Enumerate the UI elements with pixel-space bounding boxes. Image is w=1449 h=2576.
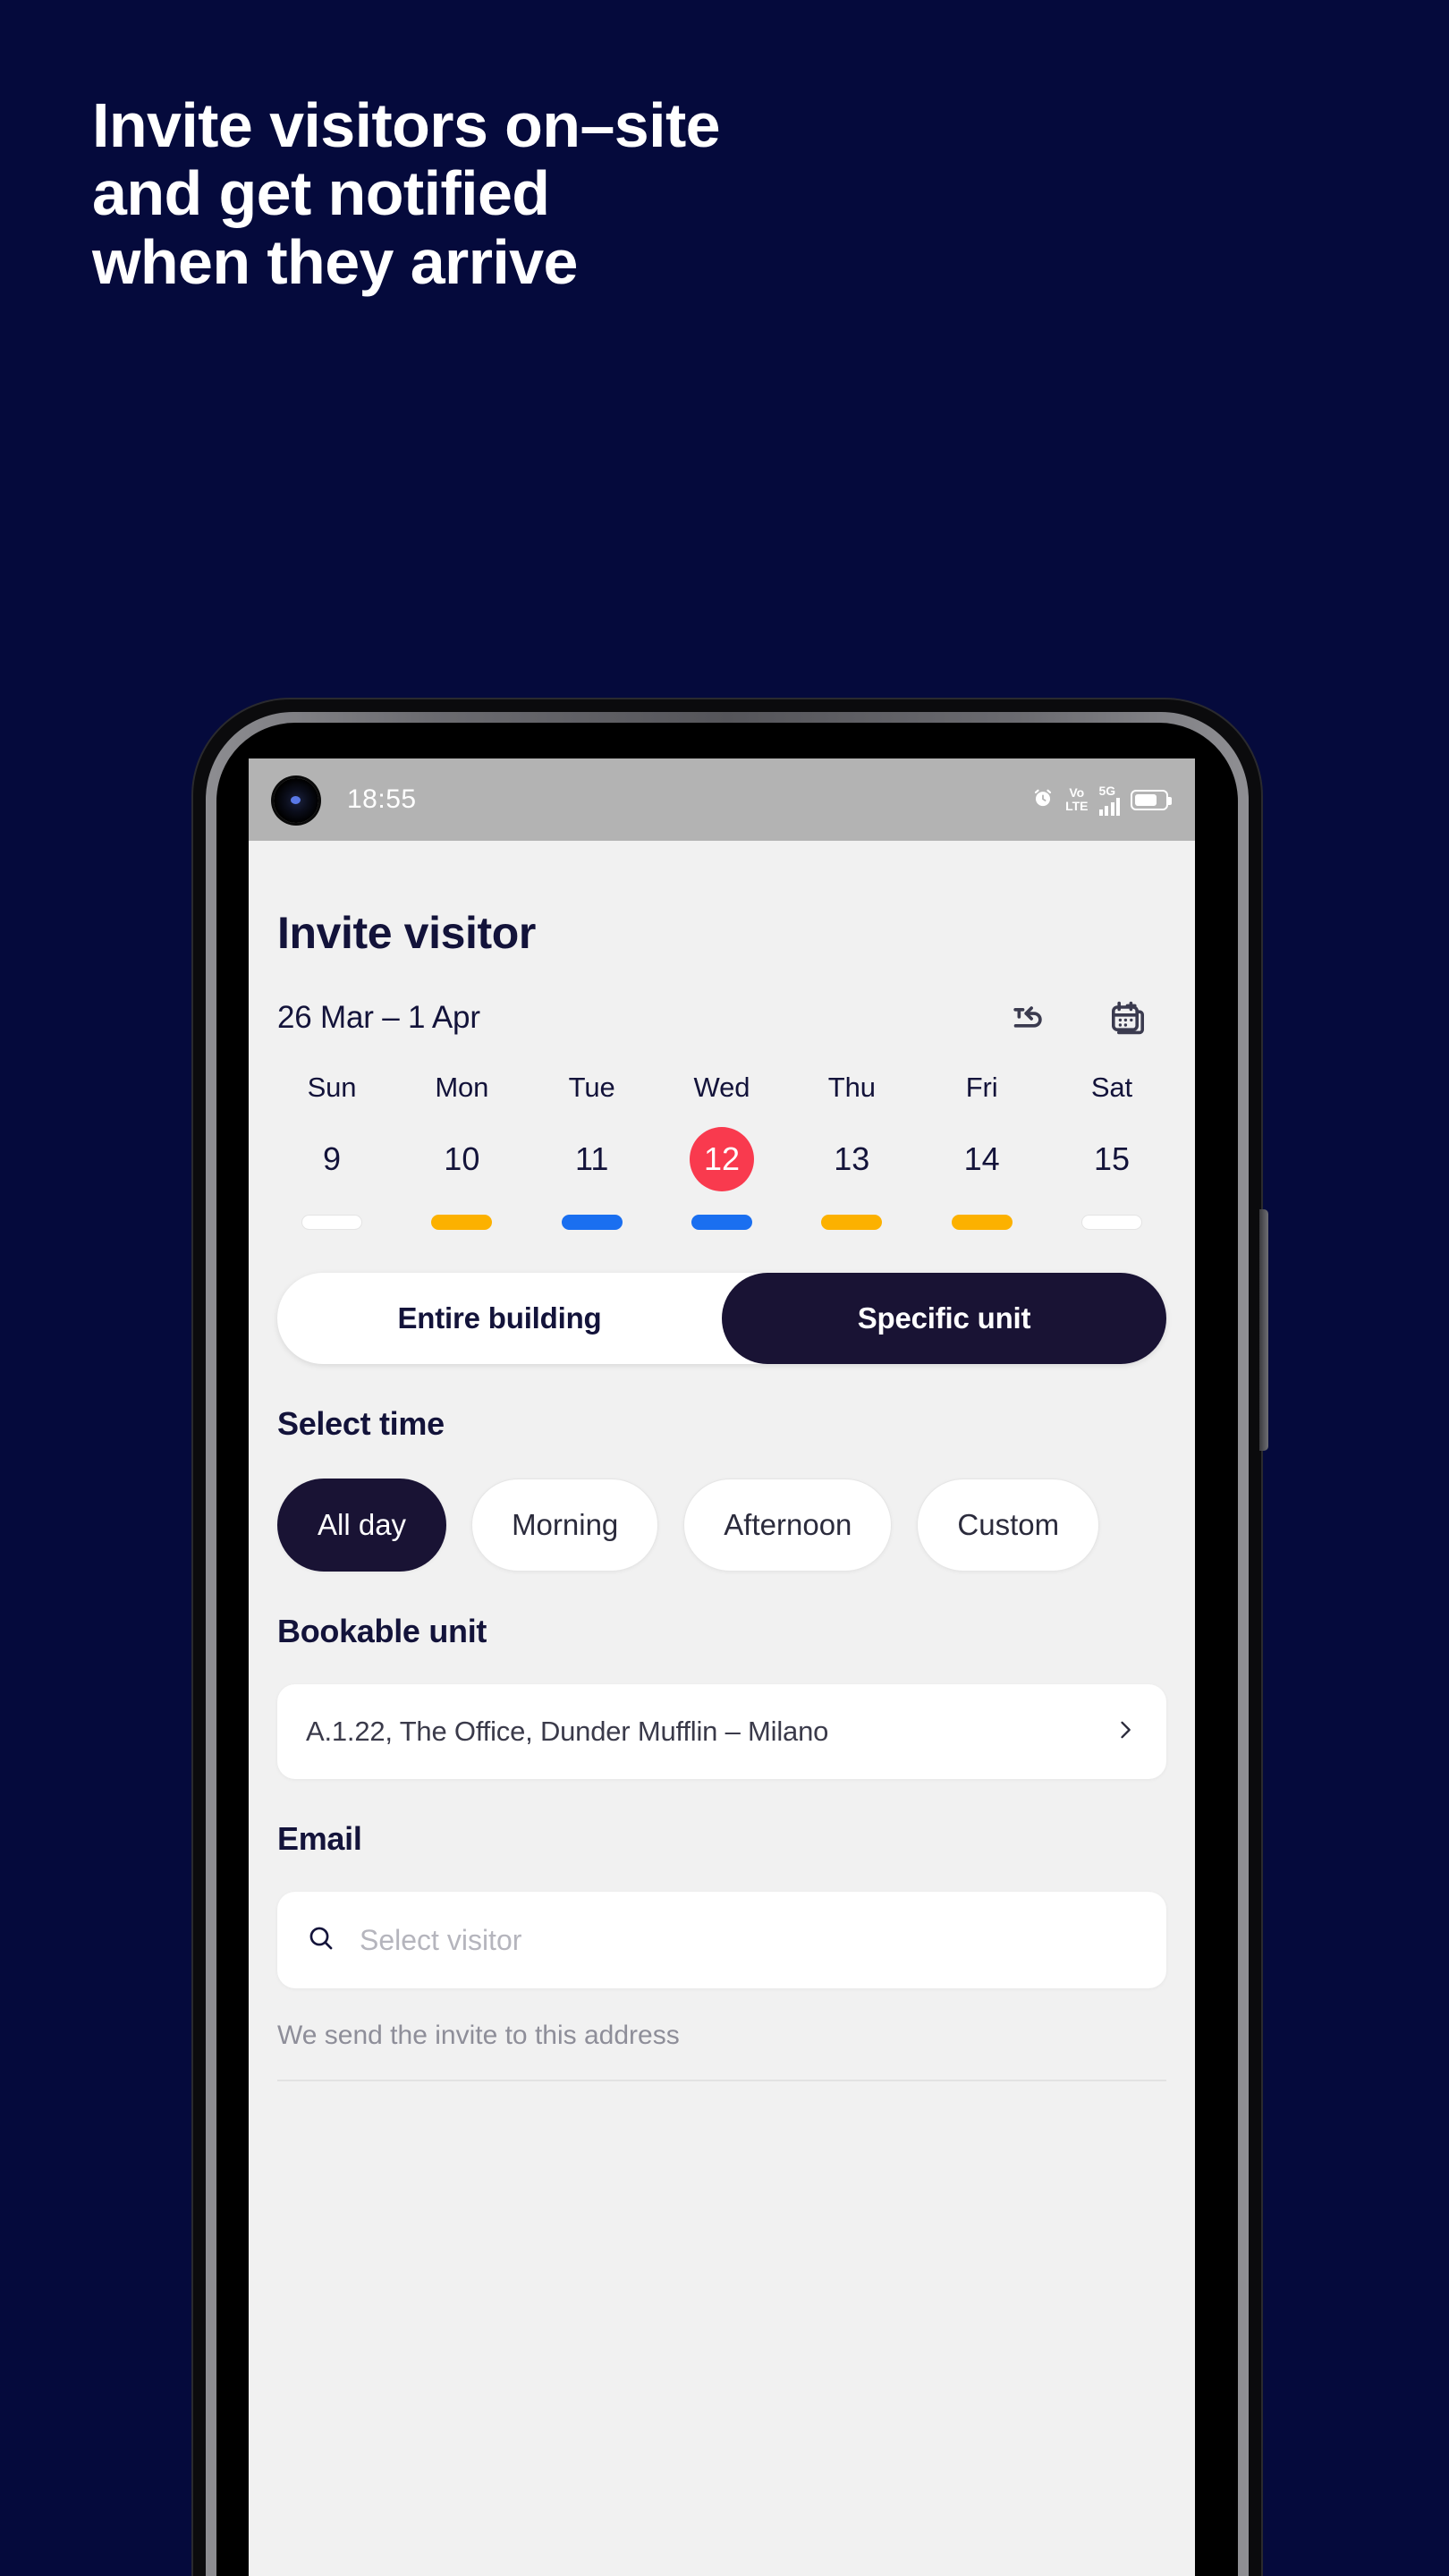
time-chip-custom[interactable]: Custom — [917, 1479, 1100, 1572]
phone-screen: 18:55 Vo LTE 5G Invite visitor 26 Mar – … — [249, 758, 1195, 2576]
reset-today-icon[interactable] — [1009, 996, 1052, 1039]
week-day-wed[interactable]: Wed 12 — [669, 1072, 775, 1230]
bookable-unit-value: A.1.22, The Office, Dunder Mufflin – Mil… — [306, 1716, 829, 1747]
day-availability-bar — [951, 1215, 1013, 1230]
date-range-row: 26 Mar – 1 Apr — [277, 996, 1166, 1039]
time-chip-all-day[interactable]: All day — [277, 1479, 447, 1572]
visitor-search-placeholder: Select visitor — [360, 1923, 522, 1956]
volte-indicator: Vo LTE — [1065, 785, 1089, 813]
day-availability-bar — [691, 1215, 752, 1230]
screenshot-root: Invite visitors on–site and get notified… — [0, 0, 1449, 2576]
search-icon — [306, 1923, 336, 1958]
day-name: Thu — [827, 1072, 876, 1103]
day-number: 13 — [834, 1140, 870, 1177]
page-title: Invite visitor — [277, 908, 536, 958]
day-number: 11 — [574, 1140, 609, 1177]
select-time-label: Select time — [277, 1405, 445, 1442]
phone-side-button[interactable] — [1259, 1209, 1268, 1451]
calendar-icon[interactable] — [1104, 996, 1147, 1039]
week-day-thu[interactable]: Thu 13 — [799, 1072, 904, 1230]
status-bar-clock: 18:55 — [347, 784, 417, 814]
day-number-wrap: 11 — [575, 1127, 608, 1191]
day-number-wrap: 14 — [964, 1127, 1000, 1191]
time-chip-row[interactable]: All day Morning Afternoon Custom — [277, 1479, 1195, 1572]
day-name: Tue — [568, 1072, 615, 1103]
app-content: Invite visitor 26 Mar – 1 Apr Sun 9 Mon … — [249, 907, 1195, 2081]
bookable-unit-selector[interactable]: A.1.22, The Office, Dunder Mufflin – Mil… — [277, 1684, 1166, 1779]
day-number-wrap: 12 — [689, 1127, 754, 1191]
week-day-strip: Sun 9 Mon 10 Tue 11 Wed 12 Thu 13 Fri 14… — [277, 1072, 1166, 1230]
day-number-wrap: 9 — [323, 1127, 341, 1191]
front-camera-punch-hole — [274, 778, 318, 823]
status-bar-indicators: Vo LTE 5G — [1031, 758, 1172, 841]
visitor-search-field[interactable]: Select visitor — [277, 1892, 1166, 1988]
email-label: Email — [277, 1820, 362, 1857]
section-divider — [277, 2080, 1166, 2081]
day-number-selected: 12 — [689, 1127, 754, 1191]
scope-option-specific-unit[interactable]: Specific unit — [722, 1273, 1166, 1364]
day-availability-bar — [561, 1215, 623, 1230]
day-name: Mon — [435, 1072, 489, 1103]
week-day-sun[interactable]: Sun 9 — [279, 1072, 385, 1230]
bookable-unit-label: Bookable unit — [277, 1613, 487, 1649]
chevron-right-icon — [1113, 1717, 1138, 1747]
date-range-label: 26 Mar – 1 Apr — [277, 1000, 480, 1035]
day-name: Fri — [965, 1072, 998, 1103]
day-availability-bar — [1080, 1215, 1142, 1230]
day-number: 15 — [1093, 1140, 1130, 1177]
week-day-mon[interactable]: Mon 10 — [409, 1072, 514, 1230]
day-availability-bar — [301, 1215, 362, 1230]
week-day-tue[interactable]: Tue 11 — [539, 1072, 645, 1230]
cellular-signal-icon: 5G — [1098, 784, 1120, 816]
day-number: 10 — [444, 1140, 480, 1177]
scope-option-entire-building[interactable]: Entire building — [277, 1273, 722, 1364]
day-availability-bar — [431, 1215, 493, 1230]
day-number: 14 — [963, 1140, 1000, 1177]
day-number-wrap: 15 — [1094, 1127, 1130, 1191]
week-day-sat[interactable]: Sat 15 — [1059, 1072, 1165, 1230]
alarm-clock-icon — [1031, 786, 1055, 814]
time-chip-morning[interactable]: Morning — [471, 1479, 659, 1572]
promo-headline: Invite visitors on–site and get notified… — [92, 90, 721, 297]
day-name: Wed — [693, 1072, 750, 1103]
email-helper-text: We send the invite to this address — [277, 2021, 680, 2050]
day-number-wrap: 10 — [444, 1127, 479, 1191]
battery-icon — [1131, 789, 1172, 810]
day-name: Sun — [307, 1072, 357, 1103]
day-name: Sat — [1090, 1072, 1133, 1103]
status-bar: 18:55 Vo LTE 5G — [249, 758, 1195, 841]
week-day-fri[interactable]: Fri 14 — [929, 1072, 1035, 1230]
scope-toggle: Entire building Specific unit — [277, 1273, 1166, 1364]
day-number: 9 — [322, 1140, 342, 1177]
time-chip-afternoon[interactable]: Afternoon — [683, 1479, 893, 1572]
date-row-actions — [1009, 996, 1147, 1039]
day-availability-bar — [821, 1215, 883, 1230]
day-number-wrap: 13 — [834, 1127, 869, 1191]
